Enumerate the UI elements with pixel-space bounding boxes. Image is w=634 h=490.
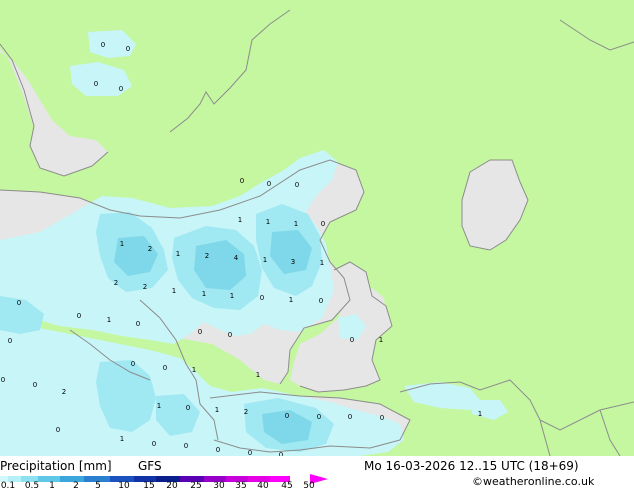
legend-tick: 5 <box>95 481 101 490</box>
precip-value-label: 1 <box>120 240 124 248</box>
precip-value-label: 0 <box>1 376 5 384</box>
precip-value-label: 1 <box>379 336 383 344</box>
precip-value-label: 0 <box>163 364 167 372</box>
precip-value-label: 0 <box>8 337 12 345</box>
precip-value-label: 0 <box>317 413 321 421</box>
precip-value-label: 0 <box>119 85 123 93</box>
precip-value-label: 0 <box>152 440 156 448</box>
precip-value-label: 2 <box>62 388 66 396</box>
precip-value-label: 1 <box>157 402 161 410</box>
precip-value-label: 2 <box>143 283 147 291</box>
precip-value-label: 1 <box>263 256 267 264</box>
precip-value-label: 0 <box>136 320 140 328</box>
precip-value-label: 0 <box>350 336 354 344</box>
precip-value-label: 1 <box>294 220 298 228</box>
precip-value-label: 1 <box>172 287 176 295</box>
precip-value-label: 2 <box>205 252 209 260</box>
precip-value-label: 2 <box>114 279 118 287</box>
precip-value-label: 0 <box>186 404 190 412</box>
chart-title: Precipitation [mm] <box>0 459 112 473</box>
precip-value-label: 2 <box>148 245 152 253</box>
precip-value-label: 0 <box>131 360 135 368</box>
precip-value-label: 1 <box>289 296 293 304</box>
model-name: GFS <box>138 459 162 473</box>
precip-value-label: 1 <box>320 259 324 267</box>
precip-value-label: 1 <box>230 292 234 300</box>
precip-value-label: 1 <box>478 410 482 418</box>
legend-tick: 0.1 <box>0 481 16 490</box>
legend-tick: 25 <box>190 481 202 490</box>
precip-value-label: 1 <box>238 216 242 224</box>
precip-value-label: 0 <box>94 80 98 88</box>
precip-value-label: 4 <box>234 254 239 262</box>
precip-value-label: 0 <box>267 180 271 188</box>
precip-value-label: 0 <box>77 312 81 320</box>
precip-value-label: 0 <box>56 426 60 434</box>
precip-value-label: 1 <box>215 406 219 414</box>
precip-value-label: 0 <box>198 328 202 336</box>
precip-value-label: 0 <box>260 294 264 302</box>
precip-value-label: 0 <box>101 41 105 49</box>
legend-tick: 2 <box>73 481 79 490</box>
map-canvas: 0 0000 0 01 1 1 0121 2 4 1 3 12 2 1 1 1 0 1 000 1 00 00 0 10 0 11… <box>0 0 634 490</box>
legend-tick: 50 <box>303 481 315 490</box>
precipitation-map: 0000000111012124131221110100010000010011… <box>0 0 634 490</box>
precip-value-label: 3 <box>291 258 295 266</box>
precip-value-label: 1 <box>202 290 206 298</box>
legend-tick: 35 <box>235 481 247 490</box>
site-credit[interactable]: ©weatheronline.co.uk <box>472 475 594 488</box>
precip-value-label: 1 <box>176 250 180 258</box>
legend-tick: 30 <box>213 481 225 490</box>
precip-value-label: 0 <box>348 413 352 421</box>
precip-value-label: 0 <box>240 177 244 185</box>
precip-value-label: 2 <box>244 408 248 416</box>
precip-value-label: 0 <box>295 181 299 189</box>
precip-value-label: 0 <box>184 442 188 450</box>
precip-value-label: 1 <box>266 218 270 226</box>
precip-value-label: 0 <box>285 412 289 420</box>
precip-value-label: 0 <box>380 414 384 422</box>
precip-value-label: 0 <box>319 297 323 305</box>
legend-tick: 40 <box>257 481 269 490</box>
forecast-datetime: Mo 16-03-2026 12..15 UTC (18+69) <box>364 459 579 473</box>
precip-value-label: 0 <box>33 381 37 389</box>
precip-value-label: 0 <box>321 220 325 228</box>
legend-tick: 45 <box>281 481 293 490</box>
precip-value-label: 0 <box>126 45 130 53</box>
precip-value-label: 1 <box>107 316 111 324</box>
precip-value-label: 1 <box>120 435 124 443</box>
precip-value-label: 1 <box>256 371 260 379</box>
legend-tick: 0.5 <box>24 481 40 490</box>
precip-value-label: 0 <box>228 331 232 339</box>
legend-tick: 20 <box>166 481 178 490</box>
precip-value-label: 0 <box>216 446 220 454</box>
legend-tick-labels: 0.1 0.5 1 2 5 10 15 20 25 30 35 40 45 50 <box>0 482 330 490</box>
legend-tick: 10 <box>118 481 130 490</box>
legend-tick: 1 <box>49 481 55 490</box>
precip-value-label: 1 <box>192 366 196 374</box>
precip-value-label: 0 <box>17 299 21 307</box>
legend-tick: 15 <box>143 481 155 490</box>
